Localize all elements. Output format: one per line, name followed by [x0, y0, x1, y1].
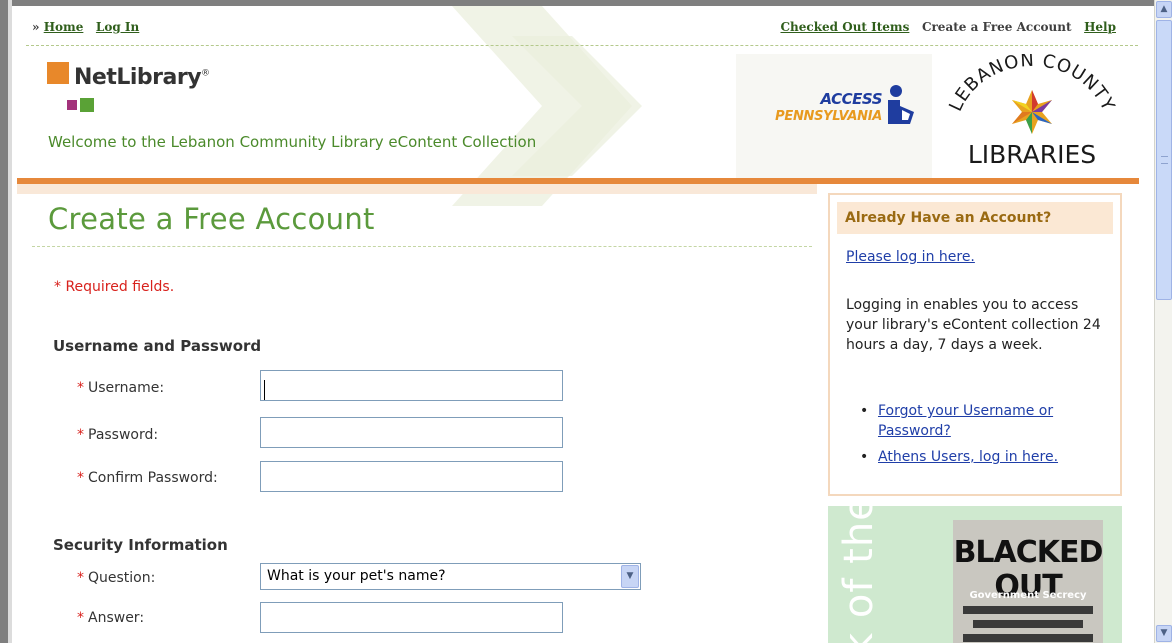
answer-label-text: Answer:	[88, 610, 145, 626]
page: » Home Log In Checked Out Items Create a…	[12, 6, 1154, 643]
book-subtitle: Government Secrecy	[969, 590, 1087, 601]
confirm-password-input[interactable]	[260, 461, 563, 492]
scroll-up-icon[interactable]: ▲	[1156, 1, 1172, 18]
lebanon-county-arc: LEBANON COUNTY	[945, 54, 1118, 134]
book-of-the-month-promo[interactable]: k of the NTH BLACKED OUT Government Secr…	[828, 506, 1122, 643]
scroll-down-icon[interactable]: ▼	[1156, 625, 1172, 642]
top-right-links: Checked Out Items Create a Free Account …	[781, 20, 1117, 34]
access-pennsylvania-logo[interactable]: ACCESS PENNSYLVANIA	[736, 54, 932, 178]
libraries-text: LIBRARIES	[967, 140, 1097, 169]
netlibrary-logo[interactable]: NetLibrary®	[74, 65, 210, 90]
window-frame-left	[0, 0, 12, 643]
trademark-symbol: ®	[201, 68, 210, 79]
netlibrary-logo-mark-purple	[67, 100, 77, 110]
book-of-the-month-text: k of the NTH	[836, 506, 882, 643]
password-label-text: Password:	[88, 427, 159, 443]
netlibrary-logo-icon	[47, 62, 69, 84]
login-link[interactable]: Log In	[96, 20, 139, 34]
password-input[interactable]	[260, 417, 563, 448]
create-account-current: Create a Free Account	[921, 20, 1072, 34]
password-label: * Password:	[77, 427, 159, 443]
lebanon-county-libraries-logo[interactable]: LEBANON COUNTY LIBRARIES	[934, 54, 1130, 178]
title-divider	[32, 246, 812, 247]
forgot-credentials-link[interactable]: Forgot your Username or Password?	[878, 403, 1053, 439]
nav-prefix-icon: »	[32, 20, 40, 34]
text-caret	[264, 380, 265, 400]
list-item: • Forgot your Username or Password?	[860, 403, 1054, 439]
confirm-password-label: * Confirm Password:	[77, 470, 218, 486]
help-link[interactable]: Help	[1084, 20, 1116, 34]
page-title: Create a Free Account	[48, 202, 375, 236]
username-label: * Username:	[77, 380, 165, 396]
section-security-information: Security Information	[53, 536, 228, 554]
book-of-the-month-banner: k of the NTH	[836, 506, 882, 643]
security-question-select[interactable]: What is your pet's name? ▼	[260, 563, 641, 590]
username-input[interactable]	[260, 370, 563, 401]
top-left-links: » Home Log In	[32, 20, 139, 34]
list-item: • Athens Users, log in here.	[860, 449, 1059, 465]
nav-divider	[26, 45, 1138, 46]
chevron-down-icon[interactable]: ▼	[621, 565, 639, 588]
selected-question: What is your pet's name?	[267, 568, 446, 584]
existing-account-panel: Already Have an Account? Please log in h…	[828, 193, 1122, 496]
question-label-text: Question:	[88, 570, 156, 586]
vertical-scrollbar[interactable]: ▲ ▼	[1154, 0, 1172, 643]
access-text: ACCESS	[820, 90, 883, 108]
question-label: * Question:	[77, 570, 156, 586]
brand-name: NetLibrary	[74, 65, 202, 90]
checked-out-items-link[interactable]: Checked Out Items	[781, 20, 910, 34]
home-link[interactable]: Home	[44, 20, 84, 34]
book-cover[interactable]: BLACKED OUT Government Secrecy	[953, 520, 1103, 643]
scrollbar-thumb[interactable]	[1156, 20, 1172, 300]
header-band	[17, 184, 817, 194]
pennsylvania-text: PENNSYLVANIA	[775, 109, 882, 124]
username-label-text: Username:	[88, 380, 165, 396]
required-fields-note: * Required fields.	[54, 279, 175, 295]
login-benefits-text: Logging in enables you to access your li…	[846, 297, 1101, 353]
answer-label: * Answer:	[77, 610, 145, 626]
netlibrary-logo-mark-green	[80, 98, 94, 112]
confirm-password-label-text: Confirm Password:	[88, 470, 218, 486]
welcome-message: Welcome to the Lebanon Community Library…	[48, 133, 537, 151]
star-burst-icon	[1012, 90, 1052, 134]
sidebar-links: • Forgot your Username or Password? • Athe…	[846, 401, 1108, 473]
existing-account-heading: Already Have an Account?	[837, 202, 1113, 234]
top-navigation: » Home Log In Checked Out Items Create a…	[12, 6, 1154, 48]
sidebar-login-link[interactable]: Please log in here.	[846, 249, 975, 265]
answer-input[interactable]	[260, 602, 563, 633]
reader-figure-icon	[888, 85, 914, 124]
section-username-password: Username and Password	[53, 337, 262, 355]
athens-login-link[interactable]: Athens Users, log in here.	[878, 449, 1058, 465]
